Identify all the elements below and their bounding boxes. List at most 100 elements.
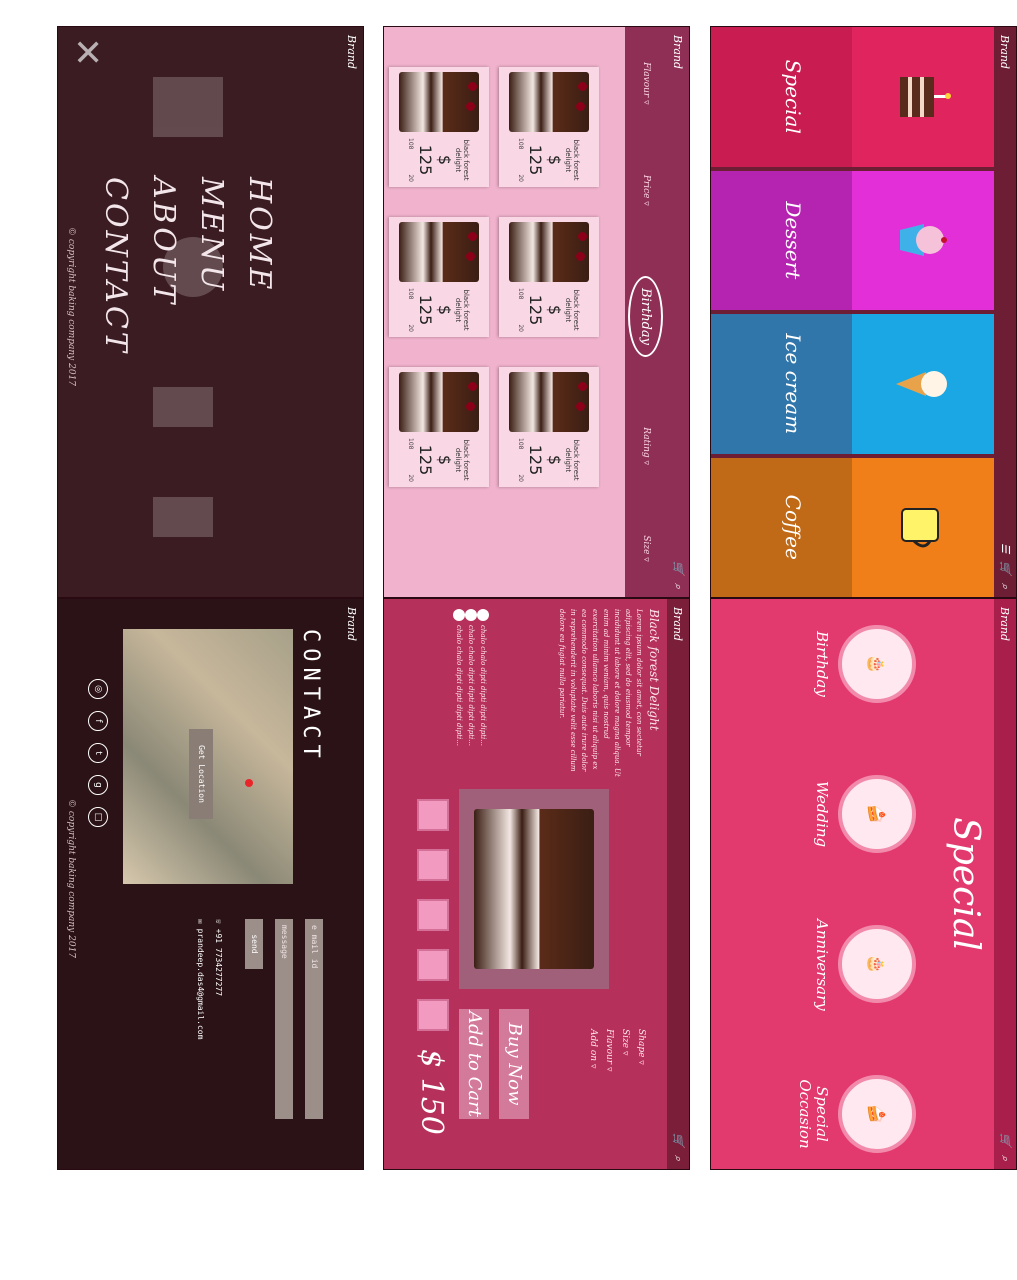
product-options: Shape ▿ Size ▿ Flavour ▿ Add on ▿ (585, 1029, 649, 1071)
brand-logo[interactable]: Brand (672, 607, 685, 641)
product-price: $ 125 (526, 294, 565, 326)
product-card[interactable]: black forest delight $ 125 108 20 (389, 367, 489, 487)
product-card[interactable]: black forest delight $ 125 108 20 (499, 67, 599, 187)
cart-icon[interactable]: 🛒 (671, 561, 685, 575)
category-special[interactable]: Special (711, 27, 994, 167)
send-button[interactable]: send (245, 919, 263, 969)
product-card[interactable]: black forest delight $ 125 108 20 (499, 367, 599, 487)
brand-logo[interactable]: Brand (999, 607, 1012, 641)
occasion-special[interactable]: 🍰 Special Occasion (796, 1069, 916, 1159)
product-price: $ 125 (416, 144, 455, 176)
cart-icon[interactable]: 🛒 (998, 561, 1012, 575)
thumbnail[interactable] (417, 849, 449, 881)
filter-flavour[interactable]: Flavour ▿ (641, 62, 651, 104)
email-field[interactable]: e mail id (305, 919, 323, 1119)
search-icon[interactable]: ⌕ (998, 1155, 1012, 1161)
coffee-cup-icon (901, 508, 939, 548)
avatar (453, 609, 465, 621)
top-bar: Brand 🛒 ⌕ (667, 599, 689, 1169)
product-name: black forest delight (454, 289, 471, 331)
comments-list: chalo chalo dipti dipti dipti dipti... c… (453, 609, 489, 746)
option-size[interactable]: Size ▿ (617, 1029, 633, 1071)
option-flavour[interactable]: Flavour ▿ (601, 1029, 617, 1071)
copyright: © copyright baking company 2017 (66, 227, 76, 387)
cake-image (509, 222, 589, 282)
option-add-on[interactable]: Add on ▿ (585, 1029, 601, 1071)
instagram-icon[interactable]: ◎ (88, 679, 108, 699)
buy-now-button[interactable]: Buy Now (499, 1009, 529, 1119)
menu-home[interactable]: HOME (235, 177, 283, 355)
product-list-screen: Brand 🛒 ⌕ Flavour ▿ Price ▿ Birthday Rati… (384, 27, 689, 597)
product-name: black forest delight (564, 139, 581, 181)
cart-icon[interactable]: 🛒 (998, 1133, 1012, 1147)
get-location-button[interactable]: Get Location (189, 729, 213, 819)
thumbnail[interactable] (417, 899, 449, 931)
menu-icon[interactable]: ☰ (998, 543, 1012, 553)
facebook-icon[interactable]: f (88, 711, 108, 731)
cake-image (399, 372, 479, 432)
brand-logo[interactable]: Brand (999, 35, 1012, 69)
anniversary-cake-icon: 🎂 (838, 925, 916, 1003)
comment-item: chalo chalo dipti dipti dipti dipti... (465, 609, 477, 746)
search-icon[interactable]: ⌕ (671, 1155, 685, 1161)
brand-logo[interactable]: Brand (346, 35, 359, 69)
category-coffee[interactable]: Coffee (711, 457, 994, 597)
menu-about[interactable]: ABOUT (139, 177, 187, 355)
product-price: $ 150 (414, 1049, 449, 1135)
top-bar: Brand 🛒 ⌕ (994, 599, 1016, 1169)
home-categories-screen: Brand ☰ 🛒 ⌕ Special Dessert Ice cream Coff… (711, 27, 1016, 597)
map[interactable]: Get Location (123, 629, 293, 884)
thumbnail[interactable] (417, 799, 449, 831)
cake-image (509, 72, 589, 132)
category-label: Coffee (781, 494, 805, 560)
search-icon[interactable]: ⌕ (998, 583, 1012, 589)
comments-count: 20 (517, 474, 525, 482)
close-icon[interactable]: ✕ (66, 37, 107, 67)
social-links: ◎ f t g □ (88, 679, 108, 827)
occasion-anniversary[interactable]: 🎂 Anniversary (796, 919, 916, 1011)
camera-icon[interactable]: □ (88, 807, 108, 827)
cake-image (399, 72, 479, 132)
filter-rating[interactable]: Rating ▿ (641, 427, 651, 465)
comment-item: chalo chalo dipti dipti dipti dipti... (453, 609, 465, 746)
thumbnail[interactable] (417, 999, 449, 1031)
brand-logo[interactable]: Brand (346, 607, 359, 641)
comments-count: 20 (407, 474, 415, 482)
twitter-icon[interactable]: t (88, 743, 108, 763)
layer-cake-icon (900, 76, 951, 117)
product-name: black forest delight (564, 289, 581, 331)
occasion-wedding[interactable]: 🍰 Wedding (796, 769, 916, 859)
likes-count: 108 (407, 138, 415, 150)
likes-count: 108 (517, 438, 525, 450)
message-field[interactable]: message (275, 919, 293, 1119)
thumbnail[interactable] (417, 949, 449, 981)
category-ice-cream[interactable]: Ice cream (711, 314, 994, 454)
product-card[interactable]: black forest delight $ 125 108 20 (389, 217, 489, 337)
top-bar: Brand 🛒 ⌕ (667, 27, 689, 597)
cart-icon[interactable]: 🛒 (671, 1133, 685, 1147)
add-to-cart-button[interactable]: Add to Cart (459, 1009, 489, 1119)
menu-menu[interactable]: MENU (187, 177, 235, 355)
filter-price[interactable]: Price ▿ (641, 175, 651, 206)
product-card[interactable]: black forest delight $ 125 108 20 (389, 67, 489, 187)
filter-active-category[interactable]: Birthday (628, 276, 664, 358)
contact-screen: Brand CONTACT Get Location ◎ f t g □ e m… (58, 599, 363, 1169)
email-text: ✉ prandeep.das4@gmail.com (196, 919, 205, 1040)
menu-contact[interactable]: CONTACT (91, 177, 139, 355)
search-icon[interactable]: ⌕ (671, 583, 685, 589)
occasion-birthday[interactable]: 🎂 Birthday (796, 619, 916, 709)
option-shape[interactable]: Shape ▿ (633, 1029, 649, 1071)
comments-count: 20 (517, 174, 525, 182)
ice-cream-cone-icon (896, 370, 947, 397)
product-name: black forest delight (454, 139, 471, 181)
category-dessert[interactable]: Dessert (711, 170, 994, 310)
avatar (465, 609, 477, 621)
description-text: Lorem ipsum dolor sit amet, con sectetur… (558, 609, 643, 777)
product-card[interactable]: black forest delight $ 125 108 20 (499, 217, 599, 337)
cake-image (399, 222, 479, 282)
google-plus-icon[interactable]: g (88, 775, 108, 795)
category-label: Ice cream (781, 333, 805, 435)
filter-size[interactable]: Size ▿ (641, 535, 651, 562)
brand-logo[interactable]: Brand (672, 35, 685, 69)
product-name: black forest delight (564, 439, 581, 481)
